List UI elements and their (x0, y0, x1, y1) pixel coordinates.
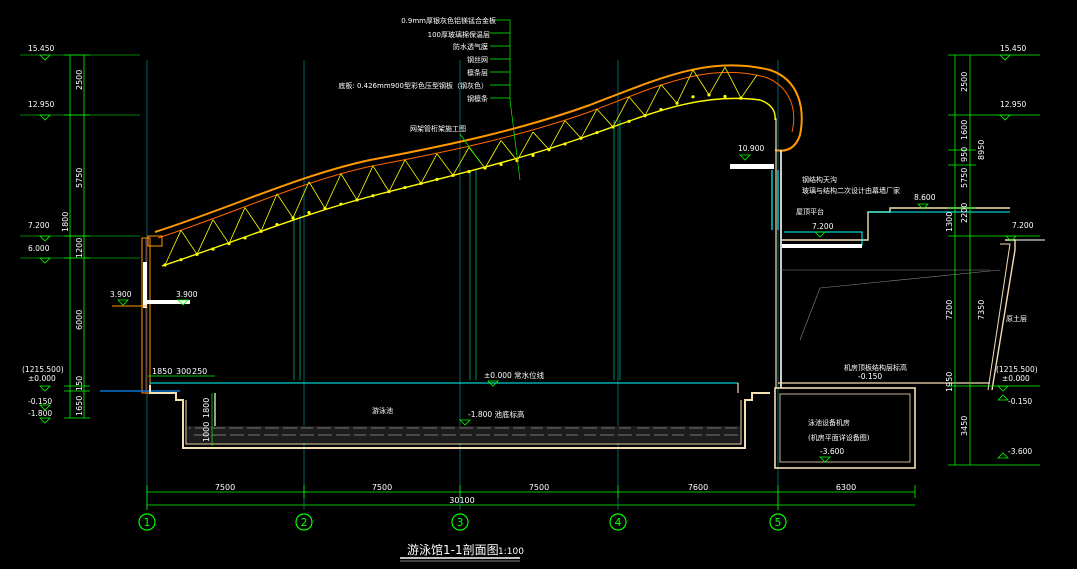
equipment-top-label: 机房顶板结构层标高 (844, 363, 907, 372)
axis-label-5: 5 (775, 516, 782, 529)
gutter-label: 钢结构天沟 (802, 175, 837, 184)
axis-label-3: 3 (457, 516, 464, 529)
left-dim-labels: 1800 2500 5750 1200 6000 150 1650 (61, 70, 84, 416)
canopy-elev-right: 3.900 (176, 290, 198, 299)
right-elev-7: -3.600 (1008, 447, 1032, 456)
left-dim-5750: 5750 (75, 168, 84, 188)
pool-dim-1000: 1000 (202, 422, 211, 442)
left-dim-6000: 6000 (75, 310, 84, 330)
layer-note-leaders (490, 19, 521, 181)
layer-note-2: 100厚玻璃棉保温层 (428, 30, 490, 39)
layer-note-3: 防水透气膜 (453, 42, 488, 51)
truss-label: 网架管桁架施工图 (410, 124, 466, 133)
equip-top-elev: -0.150 (858, 372, 882, 381)
glass-note-label: 玻璃与结构二次设计由幕墙厂家 (802, 186, 900, 195)
right-dim-2500: 2500 (960, 72, 969, 92)
elev-10900: 10.900 (738, 144, 764, 153)
layer-note-5: 檩条层 (467, 68, 488, 77)
axis-label-1: 1 (144, 516, 151, 529)
left-dim-150: 150 (75, 376, 84, 391)
span-dim-5: 6300 (836, 483, 856, 492)
right-dim-labels: 2500 1600 950 5750 2200 1300 7200 1950 8… (945, 72, 986, 436)
right-wall (730, 118, 1045, 391)
left-dim-2500: 2500 (75, 70, 84, 90)
span-dim-4: 7600 (688, 483, 708, 492)
layer-note-4: 钢丝网 (467, 55, 488, 64)
pool-label: 游泳池 (372, 406, 393, 415)
span-dim-1: 7500 (215, 483, 235, 492)
right-outer-dim-3450: 3450 (960, 416, 969, 436)
equip-bottom-elev: -3.600 (820, 447, 844, 456)
interior-columns (293, 120, 621, 380)
span-dim-2: 7500 (372, 483, 392, 492)
right-elev-2: 12.950 (1000, 100, 1026, 109)
layer-note-7: 钢檩条 (467, 94, 488, 103)
drawing-title-block: 游泳馆1-1剖面图 1:100 (400, 542, 524, 562)
axis-labels: 1 2 3 4 5 (144, 516, 782, 529)
left-elev-5: (1215.500) (22, 365, 64, 374)
right-dim-950: 950 (960, 147, 969, 162)
canopy-elev-left: 3.900 (110, 290, 132, 299)
drawing-title: 游泳馆1-1剖面图 (407, 542, 499, 557)
right-outer-dim-8950: 8950 (977, 140, 986, 160)
left-dim-1200: 1200 (75, 238, 84, 258)
pool-water-level: ±0.000 常水位线 (484, 370, 545, 380)
soil-label: 原土层 (1006, 314, 1027, 323)
layer-notes: 0.9mm厚银灰色铝镁锰合金板 100厚玻璃棉保温层 防水透气膜 钢丝网 檩条层… (338, 16, 496, 103)
equipment-room-label: 泳池设备机房 (808, 418, 850, 427)
right-dim-1300: 1300 (945, 212, 954, 232)
right-elev-4: (1215.500) (996, 365, 1038, 374)
canopy-slab (147, 300, 190, 304)
right-elev-6: -0.150 (1008, 397, 1032, 406)
elev-roof-deck: 7.200 (812, 222, 834, 231)
left-elev-8: -1.800 (28, 409, 52, 418)
right-dim-2200: 2200 (960, 203, 969, 223)
left-elev-1: 15.450 (28, 44, 54, 53)
right-elev-5: ±0.000 (1002, 374, 1030, 383)
span-dim-3: 7500 (529, 483, 549, 492)
bottom-dim-labels: 7500 7500 7500 7600 6300 30100 (215, 483, 856, 505)
pool-dim-labels: 1850 300 250 1800 1000 (152, 367, 211, 442)
right-outer-dim-7350: 7350 (977, 300, 986, 320)
left-elev-2: 12.950 (28, 100, 54, 109)
equipment-room-note: (机房平面详设备图) (808, 433, 870, 442)
left-elev-4: 6.000 (28, 244, 50, 253)
right-dim-7200: 7200 (945, 300, 954, 320)
right-elev-3: 7.200 (1012, 221, 1034, 230)
left-elevations: 15.450 12.950 7.200 6.000 (1215.500) ±0.… (22, 44, 64, 418)
axis-label-4: 4 (615, 516, 622, 529)
left-dim-1650: 1650 (75, 396, 84, 416)
equipment-room (774, 387, 916, 469)
upper-slab (730, 164, 774, 169)
right-elevations: 15.450 12.950 7.200 (1215.500) ±0.000 -0… (996, 44, 1038, 456)
right-dim-1600: 1600 (960, 120, 969, 140)
total-dim: 30100 (449, 496, 474, 505)
left-dimension-lines (20, 54, 140, 419)
pool (100, 382, 770, 449)
pool-dim-1850: 1850 (152, 367, 172, 376)
left-outer-dim: 1800 (61, 212, 70, 232)
roof-deck-label: 屋顶平台 (796, 207, 824, 216)
right-dim-5750: 5750 (960, 168, 969, 188)
drawing-scale: 1:100 (498, 547, 524, 557)
axis-label-2: 2 (301, 516, 308, 529)
left-elev-6: ±0.000 (28, 374, 56, 383)
layer-note-1: 0.9mm厚银灰色铝镁锰合金板 (401, 16, 496, 25)
section-drawing: 7500 7500 7500 7600 6300 30100 1 2 3 4 5 (20, 16, 1045, 562)
left-elev-3: 7.200 (28, 221, 50, 230)
right-elev-1: 15.450 (1000, 44, 1026, 53)
pool-dim-1800: 1800 (202, 398, 211, 418)
right-dim-1950: 1950 (945, 372, 954, 392)
elev-8600: 8.600 (914, 193, 936, 202)
pool-dim-250: 250 (192, 367, 207, 376)
layer-note-6: 底板: 0.426mm900型彩色压型钢板（钢灰色） (338, 81, 488, 90)
pool-dim-300: 300 (176, 367, 191, 376)
pool-bottom-level: -1.800 池底标高 (468, 409, 525, 419)
